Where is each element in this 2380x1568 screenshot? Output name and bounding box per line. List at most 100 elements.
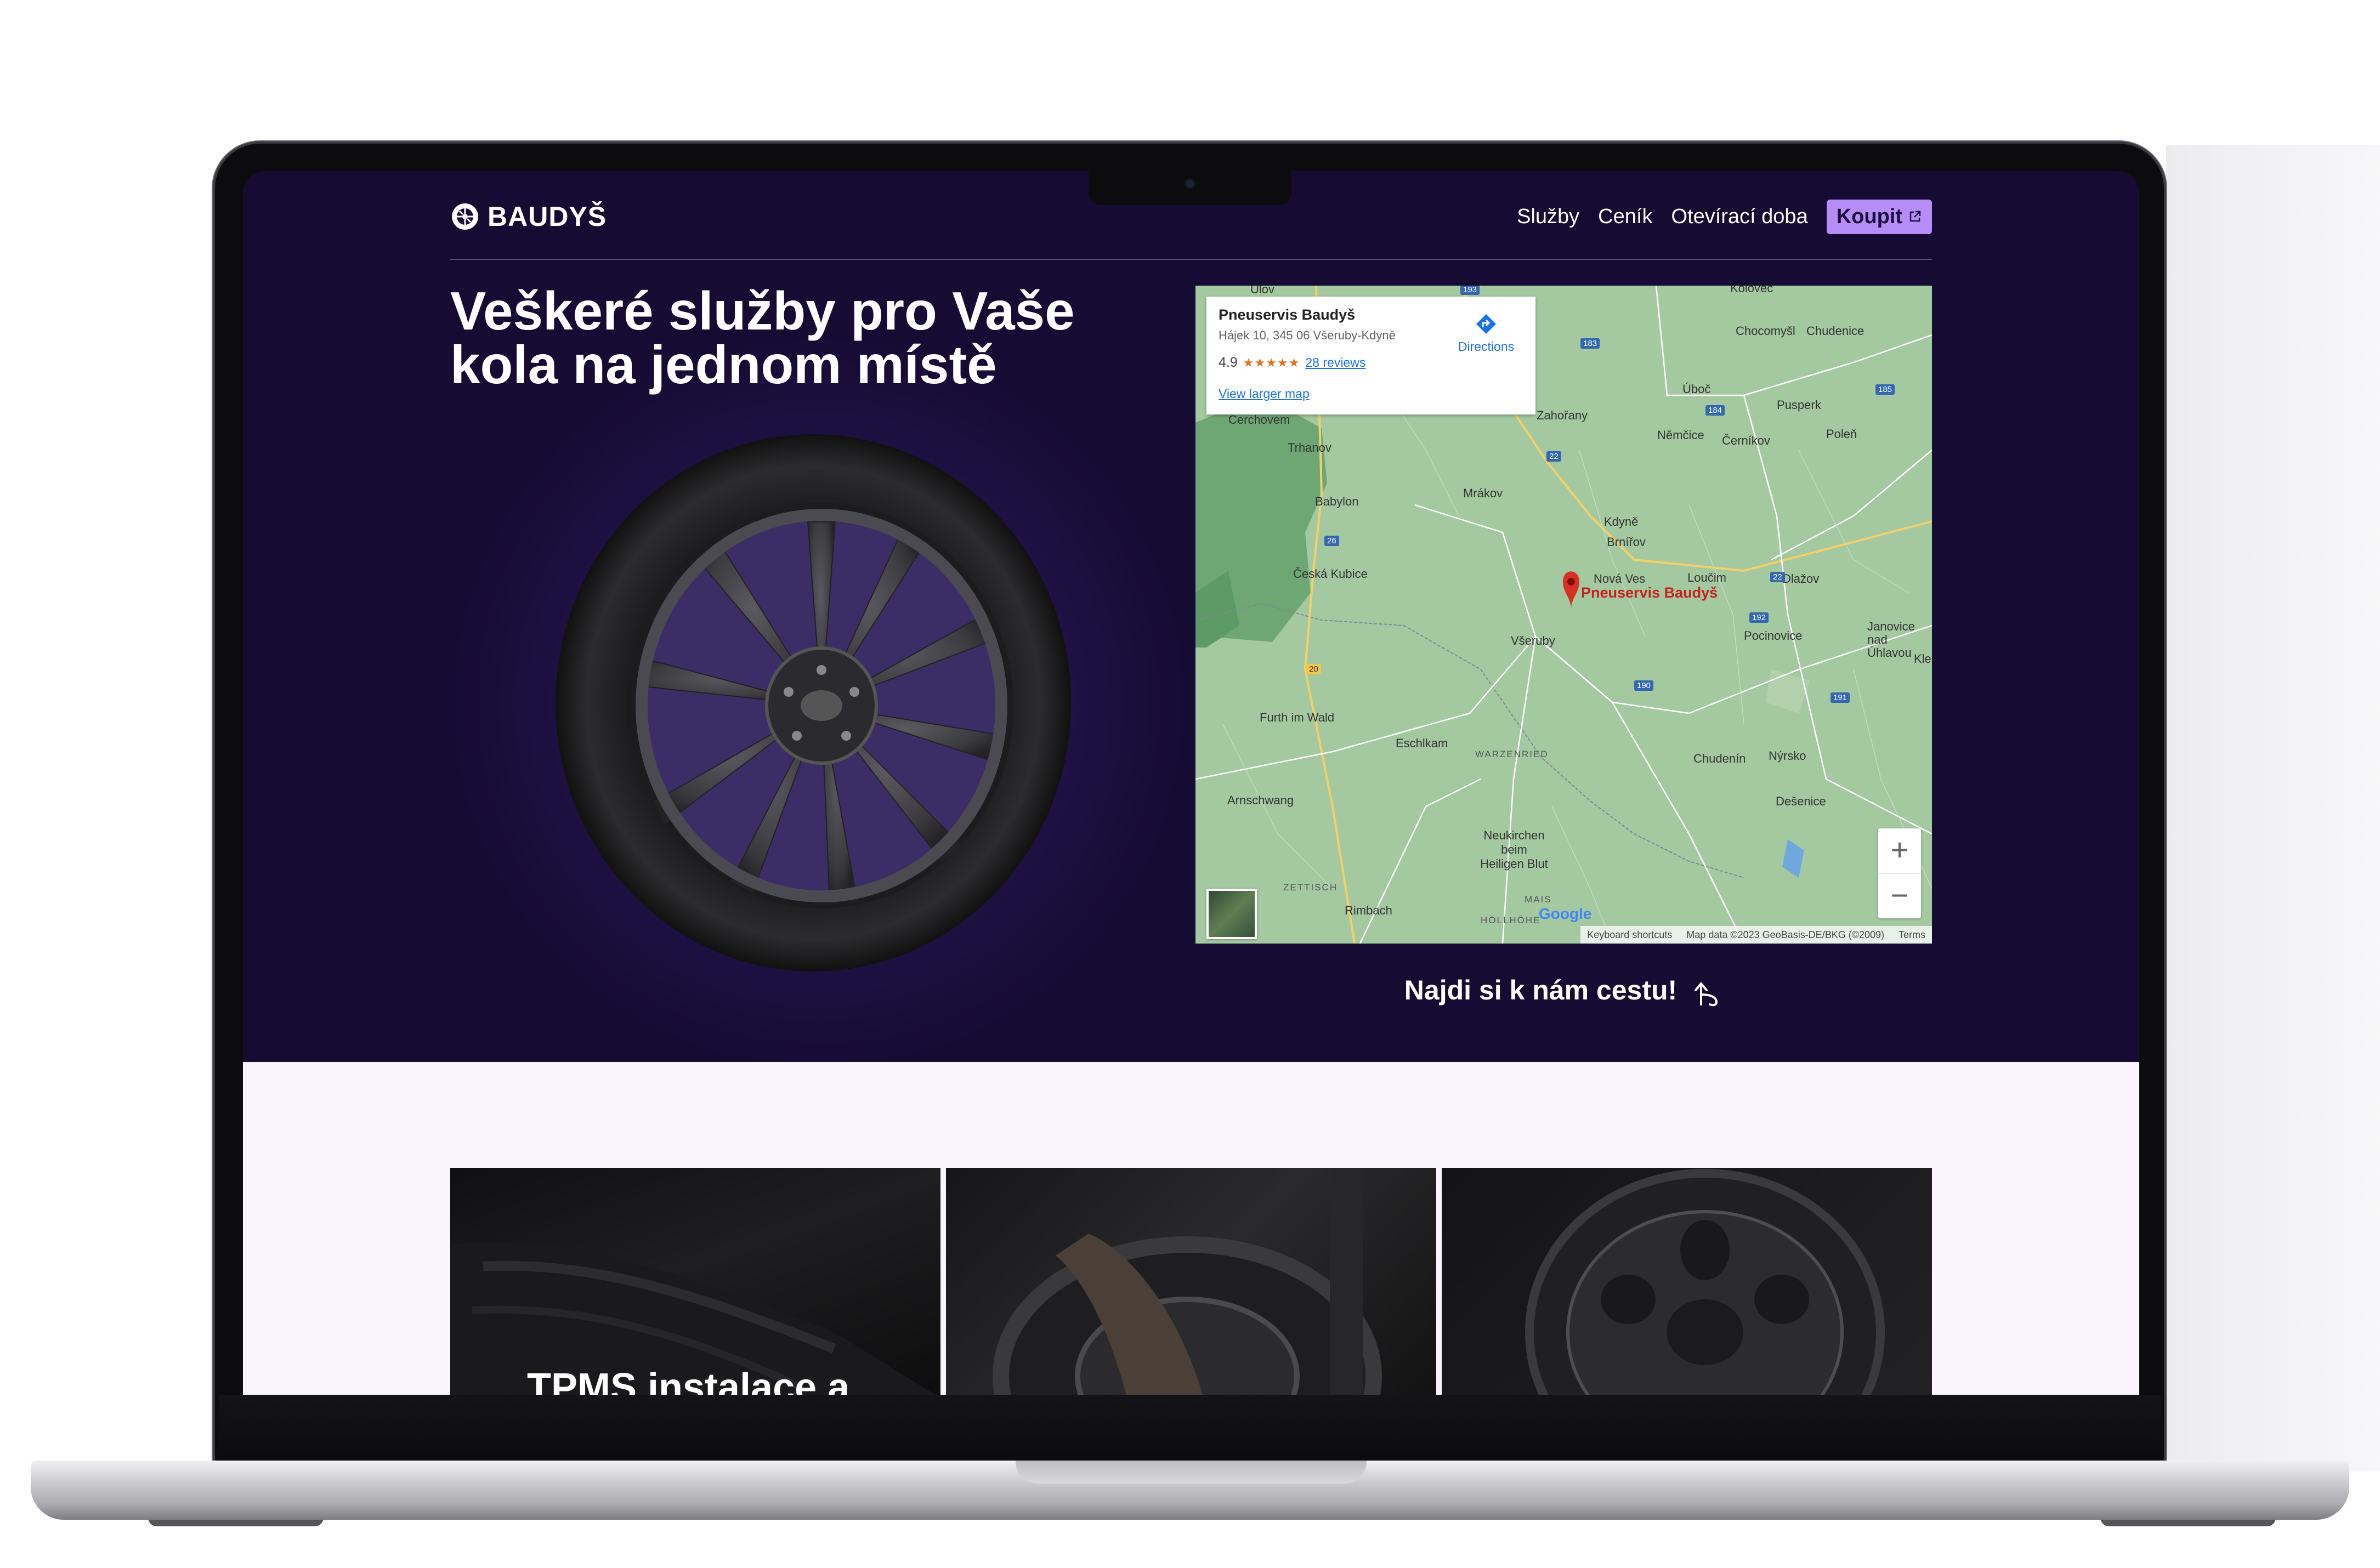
map-place-label: Furth im Wald [1260,711,1335,724]
route-shield: 190 [1634,680,1654,691]
service-card-title: TPMS instalace a [527,1366,850,1395]
map-place-label: Úboč [1682,382,1711,396]
brand-name: BAUDYŠ [488,201,607,232]
hero-headline-line-1: Veškeré služby pro Vaše [450,281,1075,341]
nav-item-oteviraci-doba[interactable]: Otevírací doba [1671,205,1807,229]
map-place-label: Nýrsko [1769,749,1806,763]
map-place-label: Babylon [1315,495,1359,508]
directions-button[interactable]: Directions [1453,312,1519,354]
wheel-logo-icon [452,203,478,230]
rating-value: 4.9 [1219,355,1238,370]
map-place-name: Pneuservis Baudyš [1219,306,1356,323]
map-place-label: Pocinovice [1744,629,1803,643]
map-place-rating: 4.9 ★★★★★ 28 reviews [1219,355,1365,371]
keyboard-shortcuts-link[interactable]: Keyboard shortcuts [1587,929,1672,941]
service-card-tire-change[interactable] [946,1168,1436,1395]
map-zoom-controls: + − [1878,828,1921,918]
service-card-image [450,1242,936,1395]
map-place-label: Mrákov [1463,486,1503,500]
directions-icon [1476,314,1496,334]
map-place-label: Černíkov [1722,434,1771,447]
route-shield: 183 [1580,338,1600,349]
map-area-label: WARZENRIED [1475,749,1549,759]
route-shield: 185 [1875,384,1895,395]
brand-logo[interactable]: BAUDYŠ [450,197,607,236]
terms-link[interactable]: Terms [1899,929,1925,941]
service-card-image [1525,1169,1885,1395]
route-shield: 184 [1705,405,1725,416]
reviews-link[interactable]: 28 reviews [1305,355,1365,370]
header-divider [450,259,1932,260]
service-card-rims[interactable] [1442,1168,1932,1395]
map-place-label: Eschlkam [1396,736,1448,750]
map-place-label: Chocomyšl [1736,324,1795,338]
map-place-label: Pusperk [1777,398,1821,412]
map-data-text: Map data ©2023 GeoBasis-DE/BKG (©2009) [1686,929,1884,940]
map-area-label: HÖLLHÖHE [1481,915,1541,925]
camera-notch [1089,171,1291,205]
map-place-label: Zahořany [1537,408,1588,422]
map-place-label: Kdyně [1604,515,1639,529]
nav-item-sluzby[interactable]: Služby [1517,205,1579,229]
map-place-label: Česká Kubice [1293,567,1368,581]
map-area-label: ZETTISCH [1283,882,1338,893]
google-map[interactable]: Ulov Cerchovem Trhanov Babylon Česká Kub… [1195,286,1932,944]
route-shield: 20 [1306,664,1321,674]
external-link-icon [1909,211,1921,222]
buy-button[interactable]: Koupit [1826,199,1932,234]
map-place-label: Poleň [1826,427,1857,441]
route-shield: 193 [1460,286,1480,295]
route-shield: 22 [1546,451,1561,462]
zoom-out-button[interactable]: − [1878,874,1921,919]
wheel-image [556,434,1071,972]
google-logo-text: Google [1539,905,1592,922]
map-attribution: Keyboard shortcuts Map data ©2023 GeoBas… [1580,926,1932,944]
view-larger-map-link[interactable]: View larger map [1219,387,1310,401]
map-place-card: Pneuservis Baudyš Hájek 10, 345 06 Všeru… [1206,297,1535,414]
map-place-label: Všeruby [1511,634,1555,647]
directions-cta[interactable]: Najdi si k nám cestu! [1195,973,1932,1008]
laptop-screen: BAUDYŠ Služby Ceník Otevírací doba Koupi… [243,171,2139,1395]
map-place-label: Chudenín [1693,752,1746,765]
service-card-tpms[interactable]: TPMS instalace a [450,1168,940,1395]
map-place-label: Kolovec [1730,286,1773,295]
map-place-label: Kleń [1914,652,1932,666]
route-shield: 22 [1770,572,1785,582]
laptop-thumb-notch [1016,1461,1367,1484]
directions-cta-label: Najdi si k nám cestu! [1404,975,1678,1005]
curved-arrow-up-icon [1695,981,1718,1007]
background-device-edge [2166,145,2380,1472]
map-area-label: MAIS [1525,894,1552,905]
map-place-label: Dlažov [1782,572,1820,586]
map-place-label: Neukirchen beim Heiligen Blut [1480,828,1548,871]
route-shield: 26 [1324,536,1339,546]
map-place-label: Ulov [1250,286,1275,296]
laptop-bottom-bezel [219,1395,2161,1466]
google-logo: Google [1539,905,1591,923]
buy-button-label: Koupit [1836,204,1902,228]
service-card-image [993,1168,1382,1395]
map-place-label: Dešenice [1776,794,1826,808]
nav-item-cenik[interactable]: Ceník [1598,205,1652,229]
satellite-toggle[interactable] [1206,889,1257,939]
map-pin-label[interactable]: Pneuservis Baudyš [1581,584,1718,601]
hero-headline: Veškeré služby pro Vaše kola na jednom m… [450,284,1163,391]
map-place-address: Hájek 10, 345 06 Všeruby-Kdyně [1219,328,1396,342]
map-place-label: Rimbach [1345,904,1392,917]
camera-icon [1186,180,1194,188]
route-shield: 192 [1749,612,1769,623]
map-place-label: Cerchovem [1228,413,1290,427]
map-place-label: Loučim [1687,571,1726,584]
map-place-label: Trhanov [1288,441,1331,455]
services-section: TPMS instalace a [243,1062,2139,1395]
zoom-in-button[interactable]: + [1878,828,1921,874]
map-place-label: Arnschwang [1227,793,1294,807]
map-place-label: Němčice [1657,428,1704,442]
rating-stars-icon: ★★★★★ [1243,355,1300,370]
hero-headline-line-2: kola na jednom místě [450,334,997,395]
directions-label: Directions [1458,339,1515,354]
main-nav: Služby Ceník Otevírací doba Koupit [1517,197,1932,236]
route-shield: 191 [1831,692,1850,703]
map-place-label: Brnířov [1607,535,1646,549]
hero-section: BAUDYŠ Služby Ceník Otevírací doba Koupi… [243,171,2139,1062]
